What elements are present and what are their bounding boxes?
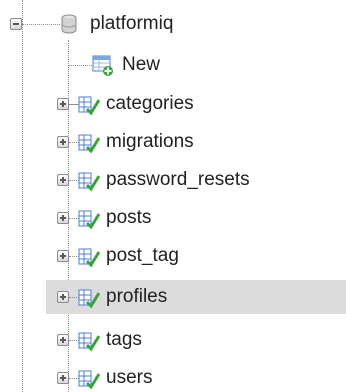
table-label[interactable]: users — [106, 366, 152, 390]
table-label[interactable]: migrations — [106, 130, 194, 154]
database-name[interactable]: platformiq — [90, 12, 173, 36]
table-icon — [78, 96, 100, 116]
new-table-label[interactable]: New — [122, 53, 160, 77]
new-table-icon — [92, 55, 113, 76]
database-icon — [61, 14, 77, 34]
table-row[interactable]: password_resets — [0, 160, 346, 198]
collapse-icon[interactable] — [10, 18, 22, 30]
table-row[interactable]: post_tag — [0, 236, 346, 274]
table-row[interactable]: posts — [0, 198, 346, 236]
table-row[interactable]: users — [0, 358, 346, 392]
expand-icon[interactable] — [57, 291, 69, 303]
table-icon — [78, 332, 100, 352]
expand-icon[interactable] — [57, 372, 69, 384]
table-label[interactable]: profiles — [106, 285, 167, 309]
table-label[interactable]: tags — [106, 328, 142, 352]
expand-icon[interactable] — [57, 212, 69, 224]
table-label[interactable]: categories — [106, 92, 194, 116]
expand-icon[interactable] — [57, 98, 69, 110]
table-icon — [78, 210, 100, 230]
expand-icon[interactable] — [57, 174, 69, 186]
table-label[interactable]: password_resets — [106, 168, 250, 192]
table-row[interactable]: categories — [0, 84, 346, 122]
table-row[interactable]: tags — [0, 320, 346, 358]
table-icon — [78, 172, 100, 192]
expand-icon[interactable] — [57, 250, 69, 262]
table-icon — [78, 134, 100, 154]
expand-icon[interactable] — [57, 136, 69, 148]
table-label[interactable]: posts — [106, 206, 151, 230]
table-icon — [78, 248, 100, 268]
navigation-tree: platformiq New categories migrations pas… — [0, 0, 346, 392]
table-row-selected[interactable]: profiles — [46, 280, 346, 314]
expand-icon[interactable] — [57, 334, 69, 346]
table-row[interactable]: migrations — [0, 122, 346, 160]
database-row[interactable]: platformiq — [0, 6, 346, 44]
new-table-row[interactable]: New — [0, 46, 346, 84]
table-icon — [78, 289, 100, 309]
table-label[interactable]: post_tag — [106, 244, 179, 268]
table-icon — [78, 370, 100, 390]
